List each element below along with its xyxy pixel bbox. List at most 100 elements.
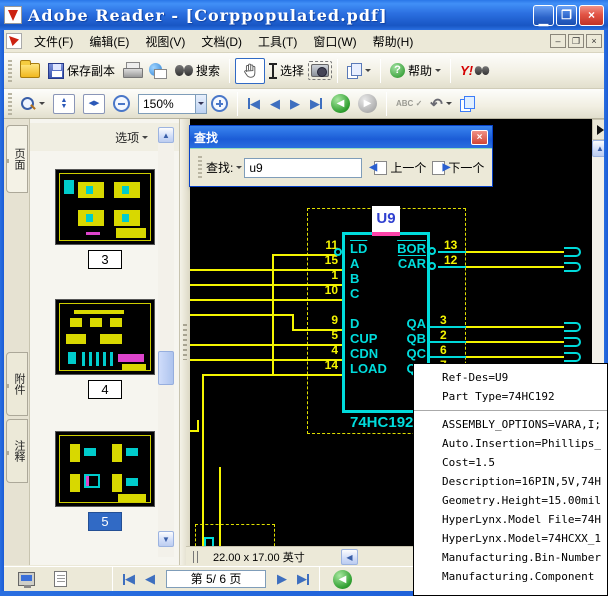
find-dialog-titlebar[interactable]: 查找 × <box>190 126 492 148</box>
status-previous-page-button[interactable]: ◀ <box>140 569 160 589</box>
doc-minimize-button[interactable]: – <box>550 34 566 48</box>
forward-icon: ▶ <box>358 94 377 113</box>
inversion-bubble <box>428 247 436 255</box>
menu-help[interactable]: 帮助(H) <box>365 30 422 53</box>
menu-edit[interactable]: 编辑(E) <box>81 30 137 53</box>
options-menu[interactable]: 选项 <box>115 129 139 146</box>
toolbar-separator <box>337 59 338 83</box>
page-display-button[interactable] <box>343 61 375 80</box>
inversion-bubble <box>334 248 342 256</box>
save-copy-button[interactable]: 保存副本 <box>44 60 119 81</box>
thumbnail-page-5[interactable]: 5 <box>52 431 158 531</box>
fullscreen-button[interactable] <box>14 569 38 589</box>
previous-page-button[interactable]: ◀ <box>265 94 285 114</box>
next-page-button[interactable]: ▶ <box>285 94 305 114</box>
status-first-page-button[interactable]: ◀ <box>118 569 140 589</box>
find-previous-button[interactable]: 上一个 <box>390 159 426 176</box>
pin-number: 3 <box>440 313 470 327</box>
find-dialog-title: 查找 <box>194 129 218 146</box>
tab-attachments[interactable]: 附件 <box>6 352 28 416</box>
next-view-button[interactable]: ▶ <box>354 92 381 115</box>
help-button[interactable]: 帮助 <box>386 60 445 81</box>
monitor-icon <box>18 572 35 586</box>
minimize-button[interactable]: ▁ <box>533 5 554 26</box>
maximize-button[interactable]: ❐ <box>556 5 577 26</box>
status-next-page-button[interactable]: ▶ <box>272 569 292 589</box>
tab-pages[interactable]: 页面 <box>6 125 28 193</box>
search-button[interactable]: 搜索 <box>171 60 224 81</box>
zoom-value[interactable]: 150% <box>138 94 196 114</box>
single-page-layout-button[interactable] <box>48 569 72 589</box>
previous-view-button[interactable]: ◀ <box>327 92 354 115</box>
find-dialog-body: 查找: u9 上一个 下一个 <box>190 148 492 186</box>
dropdown-caret-icon[interactable] <box>236 166 242 172</box>
splitter-handle-icon[interactable] <box>190 550 199 564</box>
menu-window[interactable]: 窗口(W) <box>305 30 364 53</box>
select-tool-button[interactable]: 选择 <box>265 60 308 81</box>
hand-tool-button[interactable] <box>235 58 265 84</box>
pin-number: 6 <box>440 343 470 357</box>
find-next-button[interactable]: 下一个 <box>448 159 484 176</box>
pin-name: BOR <box>386 241 426 256</box>
status-previous-view-button[interactable]: ◀ <box>333 570 352 589</box>
dropdown-caret-icon <box>435 69 441 75</box>
page-number-input[interactable]: 第 5/ 6 页 <box>166 570 266 588</box>
last-page-button[interactable]: ▶ <box>305 94 327 114</box>
snapshot-button[interactable] <box>308 61 332 80</box>
sidebar-scrollbar[interactable] <box>158 127 174 557</box>
pin-number: 4 <box>308 343 338 357</box>
copy-button[interactable] <box>456 94 479 113</box>
tab-comments[interactable]: 注释 <box>6 419 28 483</box>
select-label: 选择 <box>280 62 304 79</box>
thumbnail-page-3[interactable]: 3 <box>52 169 158 269</box>
pin-name: CDN <box>350 346 378 361</box>
thumbnail-page-4[interactable]: 4 <box>52 299 158 399</box>
sidebar-scroll-up-icon[interactable]: ▲ <box>158 127 174 143</box>
zoom-tool-button[interactable] <box>16 94 49 114</box>
pin-name: CUP <box>350 331 377 346</box>
tooltip-line: Manufacturing.Bin-Number <box>414 552 607 563</box>
zoom-level-combo[interactable]: 150% <box>134 92 207 116</box>
sidebar-scroll-down-icon[interactable]: ▼ <box>158 531 174 547</box>
tooltip-line: Part Type=74HC192 <box>414 391 607 402</box>
zoom-out-button[interactable] <box>109 93 134 114</box>
fit-width-icon: ◀▶ <box>83 94 105 114</box>
fit-width-button[interactable]: ◀▶ <box>79 92 109 116</box>
pin-name: B <box>350 271 359 286</box>
sidebar-scrollbar-thumb[interactable] <box>158 351 174 385</box>
print-button[interactable] <box>119 60 145 81</box>
fit-page-button[interactable]: ▲▼ <box>49 92 79 116</box>
zoom-in-button[interactable] <box>207 93 232 114</box>
pin-number: 1 <box>308 268 338 282</box>
open-folder-icon <box>20 63 40 78</box>
highlight-marker <box>372 232 400 236</box>
pin-number: 12 <box>444 253 474 267</box>
find-input[interactable]: u9 <box>244 158 362 178</box>
pin-name: CAR <box>386 256 426 271</box>
toolbar-grip[interactable] <box>8 93 12 115</box>
status-last-page-button[interactable]: ▶ <box>292 569 314 589</box>
thumbnail-image <box>55 431 155 507</box>
pin-number: 15 <box>308 253 338 267</box>
pin-name: A <box>350 256 359 271</box>
find-close-icon[interactable]: × <box>471 130 488 145</box>
close-button[interactable]: × <box>579 5 604 26</box>
first-page-button[interactable]: ◀ <box>243 94 265 114</box>
yahoo-search-button[interactable]: Y! <box>456 61 495 80</box>
scroll-left-icon[interactable]: ◀ <box>341 549 358 565</box>
adobe-reader-app-icon <box>4 6 22 24</box>
email-button[interactable] <box>145 61 171 81</box>
undo-button[interactable] <box>426 93 456 115</box>
menu-document[interactable]: 文档(D) <box>193 30 250 53</box>
toolbar-grip[interactable] <box>8 60 12 82</box>
open-button[interactable] <box>16 61 44 80</box>
doc-restore-button[interactable]: ❐ <box>568 34 584 48</box>
search-label: 搜索 <box>196 62 220 79</box>
doc-close-button[interactable]: × <box>586 34 602 48</box>
menu-tools[interactable]: 工具(T) <box>250 30 305 53</box>
zoom-dropdown-button[interactable] <box>196 94 207 114</box>
spellcheck-button[interactable]: ABC <box>392 97 426 110</box>
menu-file[interactable]: 文件(F) <box>26 30 81 53</box>
single-page-icon <box>54 571 67 587</box>
menu-view[interactable]: 视图(V) <box>137 30 193 53</box>
